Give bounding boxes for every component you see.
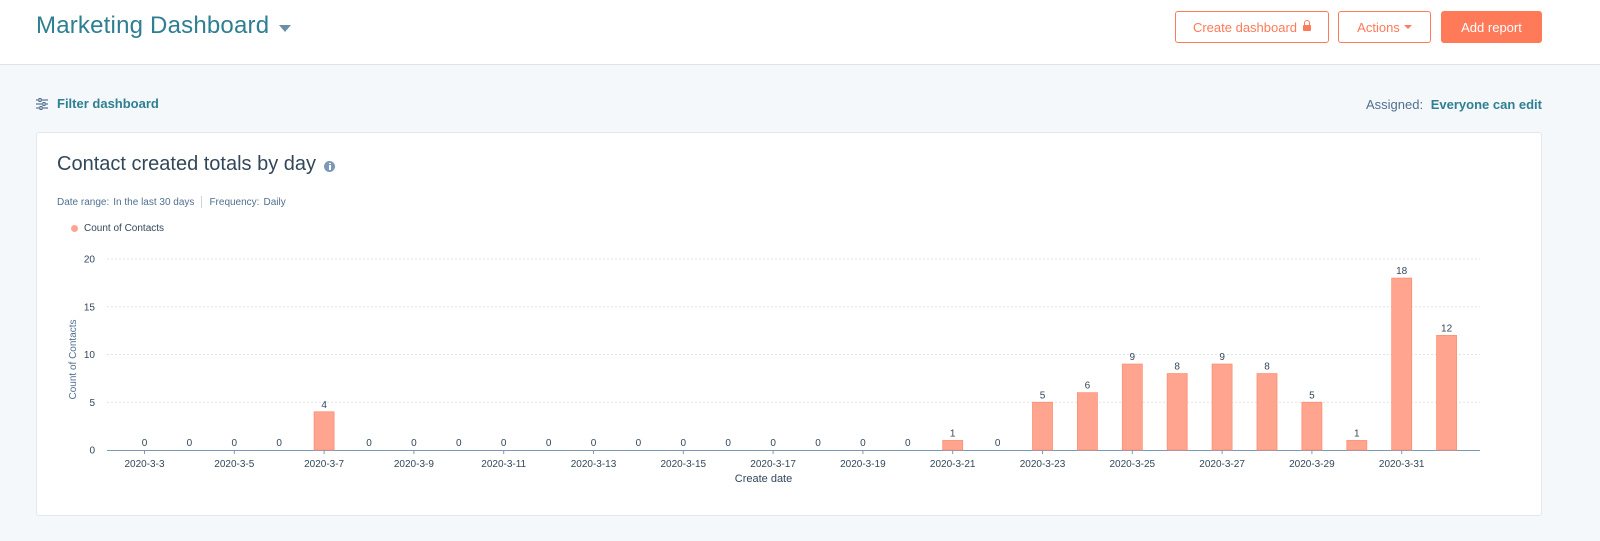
data-label: 9 — [1219, 352, 1225, 363]
data-label: 0 — [725, 438, 731, 449]
bar[interactable] — [942, 440, 964, 451]
create-dashboard-button[interactable]: Create dashboard — [1175, 11, 1329, 43]
x-tick-label: 2020-3-19 — [840, 459, 886, 470]
lock-icon — [1303, 20, 1312, 31]
data-label: 8 — [1174, 362, 1180, 373]
dashboard-title: Marketing Dashboard — [36, 12, 270, 39]
x-tick-label: 2020-3-3 — [124, 459, 164, 470]
top-header: Marketing Dashboard Create dashboard Act… — [0, 0, 1600, 65]
x-tick-label: 2020-3-11 — [481, 459, 526, 470]
bar[interactable] — [1256, 373, 1278, 451]
data-label: 0 — [905, 438, 911, 449]
x-tick-label: 2020-3-17 — [750, 459, 796, 470]
data-label: 0 — [501, 438, 507, 449]
data-label: 0 — [546, 438, 552, 449]
data-label: 0 — [815, 438, 821, 449]
bar[interactable] — [1301, 401, 1323, 451]
y-tick-label: 10 — [84, 350, 96, 361]
x-tick-label: 2020-3-5 — [214, 459, 254, 470]
y-tick-label: 5 — [89, 398, 95, 409]
actions-button[interactable]: Actions — [1338, 11, 1431, 43]
bar[interactable] — [313, 411, 335, 451]
data-label: 0 — [995, 438, 1001, 449]
data-label: 0 — [636, 438, 642, 449]
bar[interactable] — [1436, 334, 1457, 451]
data-label: 1 — [950, 428, 956, 439]
create-dashboard-label: Create dashboard — [1192, 19, 1298, 35]
data-label: 9 — [1130, 352, 1136, 363]
assigned-label: Assigned: — [1366, 97, 1424, 112]
y-tick-label: 0 — [89, 446, 95, 457]
data-label: 0 — [366, 438, 372, 449]
y-tick-label: 15 — [84, 302, 96, 313]
data-label: 0 — [142, 438, 148, 449]
chevron-down-icon — [279, 24, 292, 32]
data-label: 0 — [276, 438, 282, 449]
x-tick-label: 2020-3-15 — [661, 459, 707, 470]
data-label: 0 — [591, 438, 597, 449]
data-label: 0 — [770, 438, 776, 449]
x-tick-label: 2020-3-23 — [1020, 459, 1066, 470]
data-label: 4 — [321, 400, 327, 411]
bar-chart: 051015200 0 0 040 0 0 0 0 0 0 0 0 0 0 0 010569898511812… — [68, 255, 1480, 485]
report-card: Contact created totals by day Date range… — [36, 132, 1542, 516]
bar[interactable] — [1391, 277, 1413, 451]
bar[interactable] — [1032, 401, 1053, 451]
x-tick-label: 2020-3-27 — [1199, 459, 1245, 470]
assigned-info: Assigned: Everyone can edit — [1366, 97, 1542, 112]
data-label: 8 — [1264, 362, 1270, 373]
actions-label: Actions — [1357, 19, 1400, 35]
x-tick-label: 2020-3-21 — [930, 459, 976, 470]
x-tick-label: 2020-3-7 — [304, 459, 344, 470]
bar[interactable] — [1166, 373, 1188, 451]
data-label: 12 — [1441, 323, 1453, 334]
data-label: 0 — [187, 438, 193, 449]
bar[interactable] — [1211, 363, 1233, 451]
data-label: 1 — [1354, 428, 1360, 439]
filter-dashboard-link[interactable]: Filter dashboard — [36, 96, 159, 111]
data-label: 18 — [1396, 266, 1408, 277]
x-tick-label: 2020-3-25 — [1110, 459, 1156, 470]
x-tick-label: 2020-3-29 — [1289, 459, 1335, 470]
add-report-label: Add report — [1461, 19, 1522, 35]
bar[interactable] — [1346, 440, 1368, 451]
data-label: 6 — [1085, 381, 1091, 392]
x-axis-title: Create date — [735, 473, 792, 485]
x-tick-label: 2020-3-31 — [1379, 459, 1425, 470]
bar[interactable] — [1121, 363, 1143, 451]
y-axis-title: Count of Contacts — [68, 319, 79, 399]
y-tick-label: 20 — [84, 255, 96, 266]
dashboard-selector[interactable]: Marketing Dashboard — [36, 12, 292, 40]
caret-down-icon — [1403, 25, 1412, 29]
x-tick-label: 2020-3-13 — [571, 459, 617, 470]
x-tick-label: 2020-3-9 — [394, 459, 434, 470]
add-report-button[interactable]: Add report — [1441, 11, 1542, 43]
data-label: 0 — [860, 438, 866, 449]
bar[interactable] — [1077, 392, 1098, 451]
data-label: 5 — [1309, 390, 1315, 401]
data-label: 5 — [1040, 390, 1046, 401]
assigned-permission-link[interactable]: Everyone can edit — [1431, 97, 1542, 112]
filter-dashboard-label: Filter dashboard — [57, 96, 159, 111]
data-label: 0 — [411, 438, 417, 449]
data-label: 0 — [456, 438, 462, 449]
sliders-icon — [36, 97, 48, 110]
data-label: 0 — [681, 438, 687, 449]
data-label: 0 — [232, 438, 238, 449]
